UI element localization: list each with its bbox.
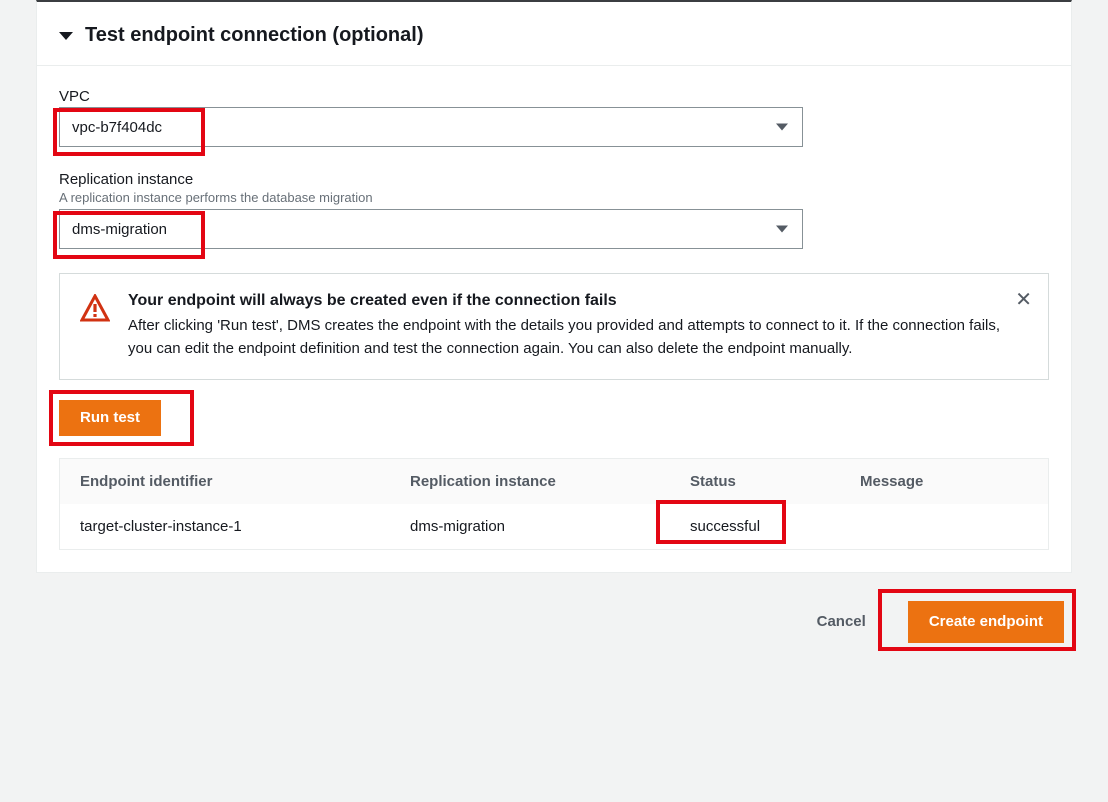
cell-replication: dms-migration bbox=[410, 518, 690, 535]
test-endpoint-panel: Test endpoint connection (optional) VPC … bbox=[36, 0, 1072, 573]
table-row: target-cluster-instance-1 dms-migration … bbox=[60, 504, 1048, 549]
cell-endpoint: target-cluster-instance-1 bbox=[80, 518, 410, 535]
create-endpoint-button[interactable]: Create endpoint bbox=[908, 601, 1064, 643]
warning-alert: Your endpoint will always be created eve… bbox=[59, 273, 1049, 380]
alert-body: After clicking 'Run test', DMS creates t… bbox=[128, 314, 1028, 361]
run-test-container: Run test bbox=[59, 400, 1049, 436]
replication-desc: A replication instance performs the data… bbox=[59, 190, 1049, 205]
panel-body: VPC vpc-b7f404dc Replication instance A … bbox=[37, 66, 1071, 572]
col-endpoint-header: Endpoint identifier bbox=[80, 473, 410, 490]
panel-header[interactable]: Test endpoint connection (optional) bbox=[37, 2, 1071, 65]
close-icon[interactable]: ✕ bbox=[1015, 290, 1032, 310]
replication-field: Replication instance A replication insta… bbox=[59, 171, 1049, 249]
alert-title: Your endpoint will always be created eve… bbox=[128, 292, 1028, 310]
collapse-icon bbox=[59, 32, 73, 40]
cell-message bbox=[860, 518, 1028, 535]
vpc-select[interactable]: vpc-b7f404dc bbox=[59, 107, 803, 147]
replication-select[interactable]: dms-migration bbox=[59, 209, 803, 249]
cell-status: successful bbox=[690, 518, 860, 535]
chevron-down-icon bbox=[776, 124, 788, 131]
vpc-field: VPC vpc-b7f404dc bbox=[59, 88, 1049, 147]
col-message-header: Message bbox=[860, 473, 1028, 490]
results-table: Endpoint identifier Replication instance… bbox=[59, 458, 1049, 550]
chevron-down-icon bbox=[776, 226, 788, 233]
vpc-label: VPC bbox=[59, 88, 1049, 105]
replication-label: Replication instance bbox=[59, 171, 1049, 188]
panel-title: Test endpoint connection (optional) bbox=[85, 24, 424, 47]
run-test-button[interactable]: Run test bbox=[59, 400, 161, 436]
table-header-row: Endpoint identifier Replication instance… bbox=[60, 459, 1048, 504]
warning-icon bbox=[80, 294, 110, 361]
col-replication-header: Replication instance bbox=[410, 473, 690, 490]
cancel-button[interactable]: Cancel bbox=[797, 604, 886, 640]
replication-select-value: dms-migration bbox=[72, 221, 167, 238]
footer-actions: Cancel Create endpoint bbox=[0, 573, 1108, 667]
vpc-select-value: vpc-b7f404dc bbox=[72, 119, 162, 136]
alert-content: Your endpoint will always be created eve… bbox=[128, 292, 1028, 361]
col-status-header: Status bbox=[690, 473, 860, 490]
